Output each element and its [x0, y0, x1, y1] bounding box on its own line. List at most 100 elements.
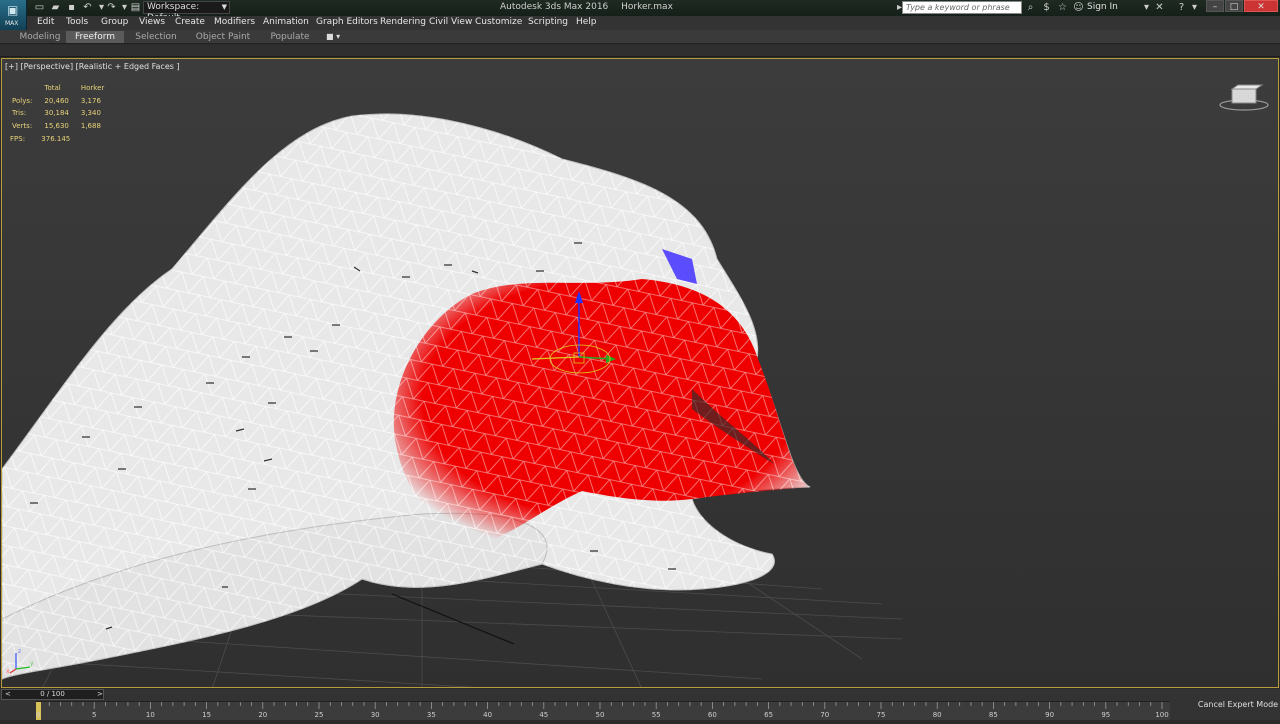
timeline-tick-label: 65 [764, 711, 774, 719]
timeline-tick-label: 20 [258, 711, 268, 719]
timeline-tick-label: 55 [651, 711, 661, 719]
timeline-tick-label: 25 [314, 711, 324, 719]
app-logo-label: MAX [5, 20, 19, 27]
timeline: < 0 / 100 > 0 5 10 15 20 25 30 35 40 45 50 55 60 65 70… [0, 689, 1280, 720]
timeline-tick-label: 70 [820, 711, 830, 719]
menu-scripting[interactable]: Scripting [528, 17, 568, 27]
axis-z-label: z [18, 648, 21, 655]
tab-modeling[interactable]: Modeling [10, 31, 70, 43]
app-title: Autodesk 3ds Max 2016 [500, 2, 609, 12]
menu-tools[interactable]: Tools [66, 17, 88, 27]
menu-animation[interactable]: Animation [263, 17, 309, 27]
stats-label-verts: Verts: [12, 122, 33, 131]
menu-views[interactable]: Views [139, 17, 165, 27]
title-bar: ▣ MAX ▭ ▰ ▪ ↶ ▾ ↷ ▾ ▤ Workspace: Default… [0, 0, 1280, 30]
stats-total-polys: 20,460 [44, 96, 69, 105]
timeline-tick-label: 0 [35, 711, 41, 719]
redo-icon[interactable]: ↷ [106, 2, 117, 13]
viewport-label[interactable]: [+] [Perspective] [Realistic + Edged Fac… [5, 62, 180, 71]
statistics-overlay: Total Horker Polys: 20,460 3,176 Tris: 3… [10, 81, 116, 134]
open-file-icon[interactable]: ▰ [50, 2, 61, 13]
previous-frame-icon[interactable]: < [5, 690, 11, 699]
next-frame-icon[interactable]: > [97, 690, 103, 699]
fps-label: FPS: [10, 135, 26, 143]
timeline-tick-label: 30 [370, 711, 380, 719]
stats-header-object: Horker [80, 84, 105, 92]
stats-header-total: Total [44, 84, 61, 92]
timeline-tick-label: 35 [426, 711, 436, 719]
minimize-button[interactable]: – [1206, 0, 1224, 12]
cancel-expert-mode-button[interactable]: Cancel Expert Mode [1196, 697, 1280, 713]
timeline-tick-label: 10 [145, 711, 155, 719]
stats-total-tris: 30,184 [44, 109, 69, 118]
help-icon[interactable]: ? [1175, 1, 1188, 14]
stats-object-verts: 1,688 [80, 122, 101, 131]
tab-selection[interactable]: Selection [130, 31, 182, 43]
workspace-dropdown[interactable]: Workspace: Default ▼ [143, 1, 230, 23]
track-bar[interactable]: 0 5 10 15 20 25 30 35 40 45 50 55 60 65 70 75 80 85 90 95 10… [36, 701, 1170, 720]
timeline-tick-label: 40 [483, 711, 493, 719]
menu-rendering[interactable]: Rendering [380, 17, 426, 27]
tab-object-paint[interactable]: Object Paint [190, 31, 256, 43]
scene-canvas[interactable] [2, 59, 1279, 688]
timeline-tick-label: 80 [932, 711, 942, 719]
window-title: Autodesk 3ds Max 2016 Horker.max [500, 2, 673, 12]
project-folder-icon[interactable]: ▤ [130, 2, 141, 13]
new-file-icon[interactable]: ▭ [34, 2, 45, 13]
timeline-tick-label: 15 [202, 711, 212, 719]
timeline-tick-label: 50 [595, 711, 605, 719]
time-slider[interactable]: < 0 / 100 > [1, 689, 104, 700]
menu-graph-editors[interactable]: Graph Editors [316, 17, 378, 27]
file-name: Horker.max [621, 2, 673, 12]
binoculars-icon[interactable]: ⌕ [1024, 1, 1037, 14]
exchange-icon[interactable]: ✕ [1153, 1, 1166, 14]
stats-object-polys: 3,176 [80, 96, 101, 105]
stats-total-verts: 15,630 [44, 122, 69, 131]
timeline-tick-label: 90 [1045, 711, 1055, 719]
user-icon[interactable]: ☺ [1072, 1, 1085, 14]
menu-group[interactable]: Group [101, 17, 128, 27]
axis-y-label: y [30, 660, 34, 667]
tab-populate[interactable]: Populate [262, 31, 318, 43]
menu-bar: Edit Tools Group Views Create Modifiers … [27, 16, 1280, 30]
search-input[interactable]: Type a keyword or phrase [902, 1, 1022, 14]
tab-freeform[interactable]: Freeform [66, 31, 124, 43]
fps-readout: FPS: 376.145 [10, 135, 70, 143]
subscription-icon[interactable]: $ [1040, 1, 1053, 14]
viewcube-icon[interactable] [1218, 83, 1270, 113]
fps-value: 376.145 [41, 135, 71, 143]
maximize-button[interactable]: □ [1225, 0, 1243, 12]
favorites-star-icon[interactable]: ☆ [1056, 1, 1069, 14]
ribbon-toggle-icon[interactable]: ■ ▾ [326, 32, 340, 41]
menu-modifiers[interactable]: Modifiers [214, 17, 255, 27]
app-menu-button[interactable]: ▣ MAX [0, 0, 27, 30]
menu-create[interactable]: Create [175, 17, 205, 27]
ribbon-tabs: Modeling Freeform Selection Object Paint… [0, 30, 1280, 44]
close-button[interactable]: ✕ [1244, 0, 1278, 12]
help-dropdown-icon[interactable]: ▾ [1188, 1, 1201, 14]
timeline-tick-label: 5 [91, 711, 97, 719]
menu-civil-view[interactable]: Civil View [429, 17, 472, 27]
stats-label-polys: Polys: [12, 96, 33, 105]
sign-in-button[interactable]: Sign In [1087, 2, 1118, 12]
ribbon-panel-strip [0, 45, 1280, 57]
chevron-down-icon: ▼ [221, 3, 227, 11]
timeline-tick-label: 100 [1155, 711, 1169, 719]
perspective-viewport[interactable]: [+] [Perspective] [Realistic + Edged Fac… [1, 58, 1279, 688]
timeline-tick-label: 95 [1101, 711, 1111, 719]
menu-edit[interactable]: Edit [37, 17, 54, 27]
save-file-icon[interactable]: ▪ [66, 2, 77, 13]
timeline-tick-label: 75 [876, 711, 886, 719]
timeline-tick-label: 45 [539, 711, 549, 719]
menu-customize[interactable]: Customize [475, 17, 522, 27]
menu-help[interactable]: Help [576, 17, 597, 27]
timeline-tick-label: 60 [707, 711, 717, 719]
timeline-tick-label: 85 [988, 711, 998, 719]
signin-dropdown-icon[interactable]: ▾ [1140, 1, 1153, 14]
stats-label-tris: Tris: [12, 109, 27, 118]
frame-display: 0 / 100 [40, 690, 65, 698]
undo-icon[interactable]: ↶ [82, 2, 93, 13]
axis-tripod-icon: z x y [6, 648, 34, 675]
stats-blank [12, 83, 42, 94]
redo-dropdown-icon[interactable]: ▾ [119, 2, 130, 13]
